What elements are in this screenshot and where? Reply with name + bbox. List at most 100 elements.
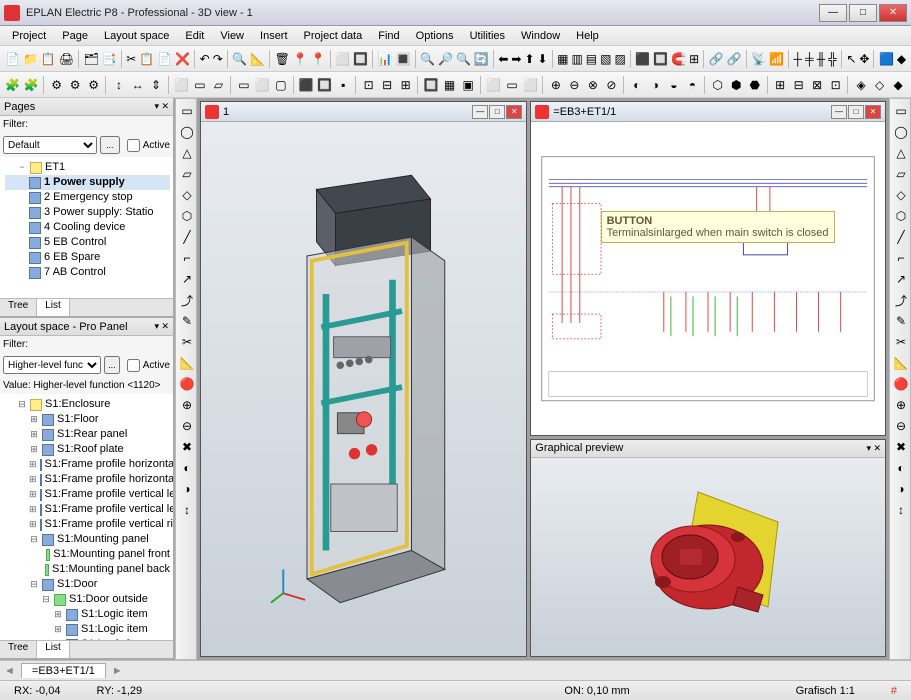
vtoolbar-button[interactable]: ⊖	[177, 416, 197, 436]
vtoolbar-button[interactable]: ▱	[177, 164, 197, 184]
vtoolbar-button[interactable]: ↕	[891, 500, 911, 520]
tree-item[interactable]: ⊞S1:Frame profile vertical left fr	[5, 487, 170, 502]
toolbar-button[interactable]: ▦	[441, 75, 459, 95]
toolbar-button[interactable]: ⊘	[603, 75, 621, 95]
schematic-titlebar[interactable]: =EB3+ET1/1 — □ ✕	[531, 102, 885, 122]
expander-icon[interactable]: ⊞	[53, 607, 63, 622]
toolbar-button[interactable]: ➡	[510, 49, 522, 69]
view3d-titlebar[interactable]: 1 — □ ✕	[201, 102, 526, 122]
toolbar-button[interactable]: ⊞	[688, 49, 700, 69]
vtoolbar-button[interactable]: ◐	[177, 458, 197, 478]
vtoolbar-button[interactable]: ◯	[177, 122, 197, 142]
toolbar-button[interactable]: ⚙	[66, 75, 84, 95]
vtoolbar-button[interactable]: ✂	[891, 332, 911, 352]
toolbar-button[interactable]: ▥	[570, 49, 583, 69]
vtoolbar-button[interactable]: ✂	[177, 332, 197, 352]
tree-item[interactable]: S1:Mounting panel front	[5, 547, 170, 562]
vtoolbar-button[interactable]: ▭	[891, 101, 911, 121]
toolbar-button[interactable]: 🔍	[419, 49, 436, 69]
toolbar-button[interactable]: ⊠	[808, 75, 826, 95]
toolbar-button[interactable]: 📁	[22, 49, 39, 69]
toolbar-button[interactable]: ✥	[858, 49, 870, 69]
expander-icon[interactable]: ⊞	[29, 517, 37, 532]
vtoolbar-button[interactable]: ⊖	[891, 416, 911, 436]
menu-layout-space[interactable]: Layout space	[96, 28, 177, 44]
toolbar-button[interactable]: ❌	[174, 49, 191, 69]
vtoolbar-button[interactable]: ◯	[891, 122, 911, 142]
vtoolbar-button[interactable]: ◑	[177, 479, 197, 499]
expander-icon[interactable]: ⊟	[29, 577, 39, 592]
layout-active-checkbox[interactable]	[127, 359, 140, 372]
vtoolbar-button[interactable]: ╱	[891, 227, 911, 247]
tree-item[interactable]: 3 Power supply: Statio	[5, 205, 170, 220]
vtoolbar-button[interactable]: 🔴	[891, 374, 911, 394]
view3d-viewport[interactable]	[201, 122, 526, 656]
toolbar-button[interactable]: 🔲	[316, 75, 334, 95]
menu-find[interactable]: Find	[370, 28, 407, 44]
schematic-viewport[interactable]: BUTTON Terminalsinlarged when main switc…	[531, 122, 885, 435]
tree-item[interactable]: ⊞S1:Logic item	[5, 622, 170, 637]
toolbar-button[interactable]: 📄	[156, 49, 173, 69]
toolbar-button[interactable]: ◆	[889, 75, 907, 95]
menu-window[interactable]: Window	[513, 28, 568, 44]
toolbar-button[interactable]: 📊	[377, 49, 394, 69]
vtoolbar-button[interactable]: ▱	[891, 164, 911, 184]
toolbar-button[interactable]: ◓	[684, 75, 702, 95]
vtoolbar-button[interactable]: ✎	[177, 311, 197, 331]
tree-item[interactable]: 1 Power supply	[5, 175, 170, 190]
toolbar-button[interactable]: ⊟	[790, 75, 808, 95]
toolbar-button[interactable]: 🔗	[708, 49, 725, 69]
toolbar-button[interactable]: 📋	[138, 49, 155, 69]
toolbar-button[interactable]: ⊕	[547, 75, 565, 95]
vtoolbar-button[interactable]: ▭	[177, 101, 197, 121]
toolbar-button[interactable]: ▧	[599, 49, 612, 69]
toolbar-button[interactable]: 📄	[4, 49, 21, 69]
vtoolbar-button[interactable]: ⤴	[891, 290, 911, 310]
vtoolbar-button[interactable]: ◇	[891, 185, 911, 205]
vtoolbar-button[interactable]: ╱	[177, 227, 197, 247]
toolbar-button[interactable]: ⬜	[334, 49, 351, 69]
vtoolbar-button[interactable]: ⬡	[891, 206, 911, 226]
menu-utilities[interactable]: Utilities	[462, 28, 513, 44]
vtoolbar-button[interactable]: ⊕	[177, 395, 197, 415]
mdi-close-button[interactable]: ✕	[506, 105, 522, 119]
toolbar-button[interactable]: ▤	[585, 49, 598, 69]
vtoolbar-button[interactable]: ⌐	[891, 248, 911, 268]
tree-item[interactable]: ⊞S1:Frame profile horizontal co	[5, 472, 170, 487]
vtoolbar-button[interactable]: ⌐	[177, 248, 197, 268]
toolbar-button[interactable]: 📑	[101, 49, 118, 69]
toolbar-button[interactable]: ▪	[335, 75, 353, 95]
vtoolbar-button[interactable]: 🔴	[177, 374, 197, 394]
toolbar-button[interactable]: ⬅	[497, 49, 509, 69]
tree-item[interactable]: 2 Emergency stop	[5, 190, 170, 205]
toolbar-button[interactable]: 📋	[40, 49, 57, 69]
tab-nav-icon[interactable]: ◄	[4, 665, 15, 677]
toolbar-button[interactable]: ⊡	[360, 75, 378, 95]
tree-item[interactable]: S1:Mounting panel back	[5, 562, 170, 577]
pages-active-checkbox[interactable]	[127, 139, 140, 152]
toolbar-button[interactable]: ┼	[792, 49, 803, 69]
vtoolbar-button[interactable]: ⤴	[177, 290, 197, 310]
toolbar-button[interactable]: ↶	[199, 49, 211, 69]
toolbar-button[interactable]: 🔍	[231, 49, 248, 69]
expander-icon[interactable]: ⊞	[29, 427, 39, 442]
toolbar-button[interactable]: ⊞	[397, 75, 415, 95]
expander-icon[interactable]: ⊞	[29, 502, 37, 517]
toolbar-button[interactable]: 🔲	[352, 49, 369, 69]
tree-item[interactable]: ⊞S1:Roof plate	[5, 442, 170, 457]
mdi-maximize-button[interactable]: □	[848, 105, 864, 119]
toolbar-button[interactable]: ⬜	[522, 75, 540, 95]
layout-filter-select[interactable]: Higher-level func	[3, 356, 101, 374]
tree-item[interactable]: 6 EB Spare	[5, 250, 170, 265]
toolbar-button[interactable]: 📡	[750, 49, 767, 69]
toolbar-button[interactable]: ◈	[852, 75, 870, 95]
toolbar-button[interactable]: 📍	[310, 49, 327, 69]
expander-icon[interactable]: ⊟	[41, 592, 51, 607]
layout-panel-controls[interactable]: ▾ ✕	[154, 321, 169, 332]
document-tab[interactable]: =EB3+ET1/1	[21, 663, 106, 678]
toolbar-button[interactable]: ↖	[845, 49, 857, 69]
toolbar-button[interactable]: ⬡	[709, 75, 727, 95]
menu-options[interactable]: Options	[408, 28, 462, 44]
toolbar-button[interactable]: ╪	[804, 49, 815, 69]
minimize-button[interactable]: —	[819, 4, 847, 22]
